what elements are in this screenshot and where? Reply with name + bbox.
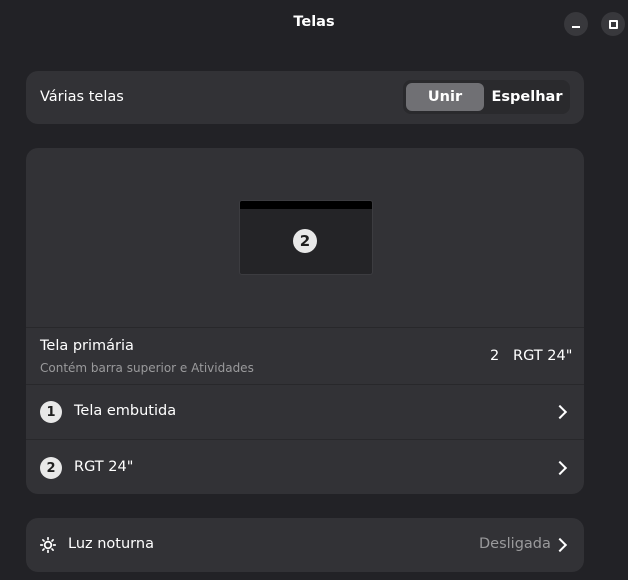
display-settings-card: 2 Tela primária Contém barra superior e … <box>26 148 584 494</box>
mirror-displays-button[interactable]: Espelhar <box>487 83 567 111</box>
maximize-button[interactable] <box>601 12 625 36</box>
monitor-number-badge: 1 <box>40 401 62 423</box>
monitor-name: RGT 24" <box>74 459 134 475</box>
display-mode-toggle: Unir Espelhar <box>403 80 570 114</box>
night-light-icon <box>40 537 56 553</box>
night-light-row[interactable]: Luz noturna Desligada <box>26 518 584 572</box>
primary-display-number: 2 <box>490 348 500 364</box>
primary-display-name: RGT 24" <box>513 348 573 364</box>
monitor-row-external[interactable]: 2 RGT 24" <box>26 439 584 494</box>
monitor-number-badge: 2 <box>40 457 62 479</box>
header-bar: Telas <box>0 0 628 48</box>
window-title: Telas <box>293 14 335 30</box>
night-light-label: Luz noturna <box>68 536 154 552</box>
monitor-number-badge: 2 <box>293 229 317 253</box>
display-arrangement-area: 2 <box>26 148 584 327</box>
primary-display-label: Tela primária <box>40 338 134 354</box>
monitor-name: Tela embutida <box>74 403 177 419</box>
multiple-displays-label: Várias telas <box>40 89 124 105</box>
night-light-status: Desligada <box>479 536 551 552</box>
chevron-right-icon <box>552 537 568 553</box>
chevron-right-icon <box>552 404 568 420</box>
maximize-icon <box>608 19 618 29</box>
chevron-right-icon <box>552 460 568 476</box>
monitor-preview[interactable]: 2 <box>239 200 373 275</box>
minimize-icon <box>572 25 580 28</box>
primary-display-row[interactable]: Tela primária Contém barra superior e At… <box>26 327 584 384</box>
top-bar-indicator <box>240 201 372 209</box>
primary-display-description: Contém barra superior e Atividades <box>40 361 254 375</box>
join-displays-button[interactable]: Unir <box>406 83 484 111</box>
multiple-displays-card: Várias telas Unir Espelhar <box>26 71 584 124</box>
minimize-button[interactable] <box>564 12 588 36</box>
monitor-row-builtin[interactable]: 1 Tela embutida <box>26 384 584 439</box>
